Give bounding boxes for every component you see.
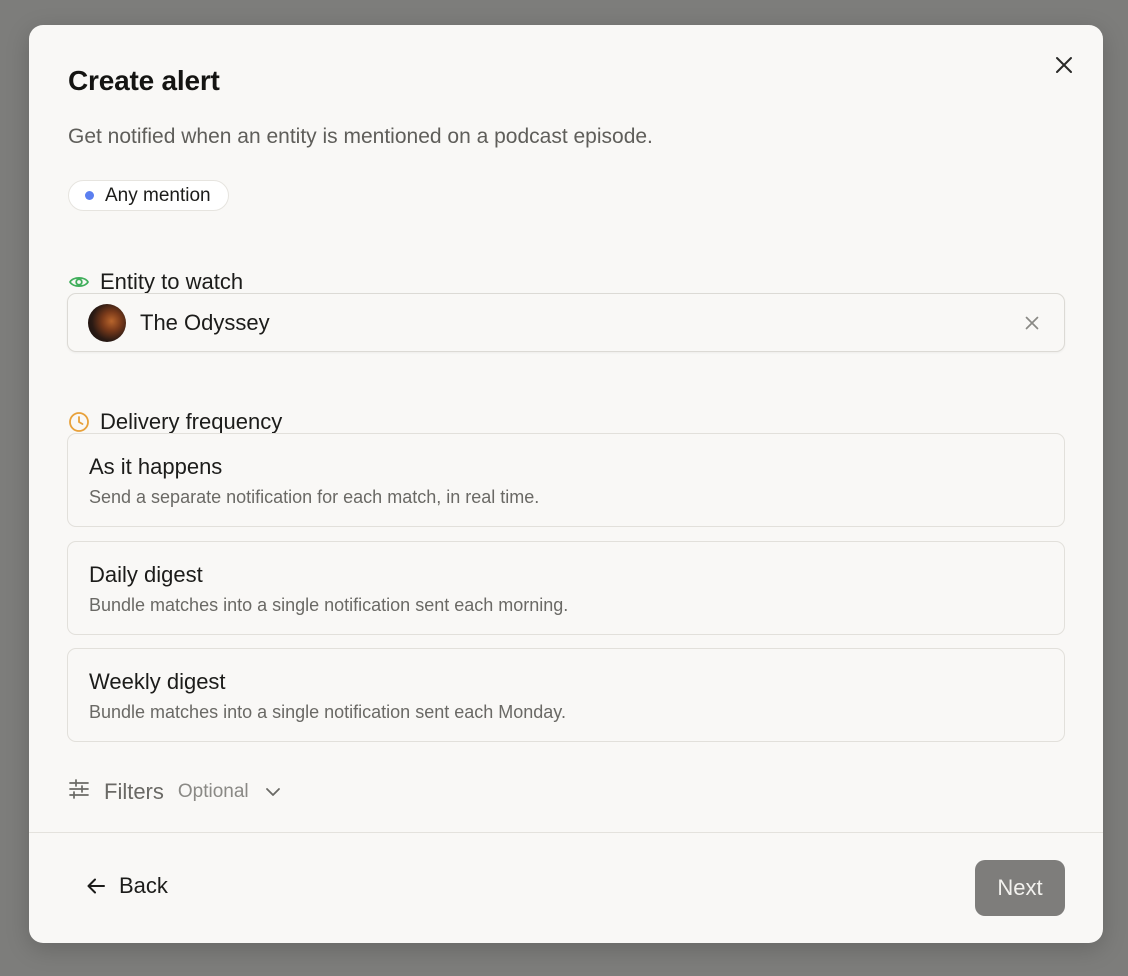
- clock-icon: [68, 411, 90, 433]
- next-button[interactable]: Next: [975, 860, 1065, 916]
- chip-label: Any mention: [105, 184, 211, 206]
- entity-section-title: Entity to watch: [100, 269, 244, 294]
- footer-divider: [29, 832, 1103, 833]
- arrow-left-icon: [87, 878, 105, 894]
- entity-selector[interactable]: The Odyssey: [67, 293, 1065, 352]
- entity-avatar: [88, 304, 126, 342]
- frequency-section-title: Delivery frequency: [100, 409, 283, 434]
- close-button[interactable]: [1051, 52, 1077, 78]
- dialog-title: Create alert: [68, 65, 220, 96]
- close-icon: [1056, 57, 1072, 73]
- option-title: Daily digest: [89, 562, 203, 587]
- back-button[interactable]: Back: [85, 873, 168, 899]
- selected-entity-name: The Odyssey: [140, 310, 270, 335]
- frequency-section-label: Delivery frequency: [68, 409, 282, 435]
- option-title: As it happens: [89, 454, 223, 479]
- filters-label: Filters: [104, 778, 164, 804]
- sliders-icon: [68, 778, 90, 805]
- close-icon: [1025, 316, 1039, 330]
- filters-optional-label: Optional: [177, 780, 249, 802]
- frequency-option-as-it-happens[interactable]: As it happens Send a separate notificati…: [67, 433, 1065, 527]
- dialog-subtitle: Get notified when an entity is mentioned…: [68, 125, 653, 148]
- filters-toggle[interactable]: Filters Optional: [68, 778, 281, 805]
- option-description: Bundle matches into a single notificatio…: [89, 595, 569, 615]
- back-label: Back: [119, 873, 168, 898]
- clear-entity-button[interactable]: [1022, 313, 1042, 333]
- frequency-option-weekly-digest[interactable]: Weekly digest Bundle matches into a sing…: [67, 648, 1065, 742]
- any-mention-chip[interactable]: Any mention: [68, 180, 229, 211]
- option-title: Weekly digest: [89, 669, 226, 694]
- chevron-down-icon: [265, 784, 281, 800]
- status-dot: [85, 191, 94, 200]
- eye-icon: [68, 271, 90, 293]
- entity-section-label: Entity to watch: [68, 269, 243, 295]
- create-alert-dialog: Create alert Get notified when an entity…: [29, 25, 1103, 943]
- option-description: Send a separate notification for each ma…: [89, 487, 540, 507]
- frequency-option-daily-digest[interactable]: Daily digest Bundle matches into a singl…: [67, 541, 1065, 635]
- option-description: Bundle matches into a single notificatio…: [89, 702, 566, 722]
